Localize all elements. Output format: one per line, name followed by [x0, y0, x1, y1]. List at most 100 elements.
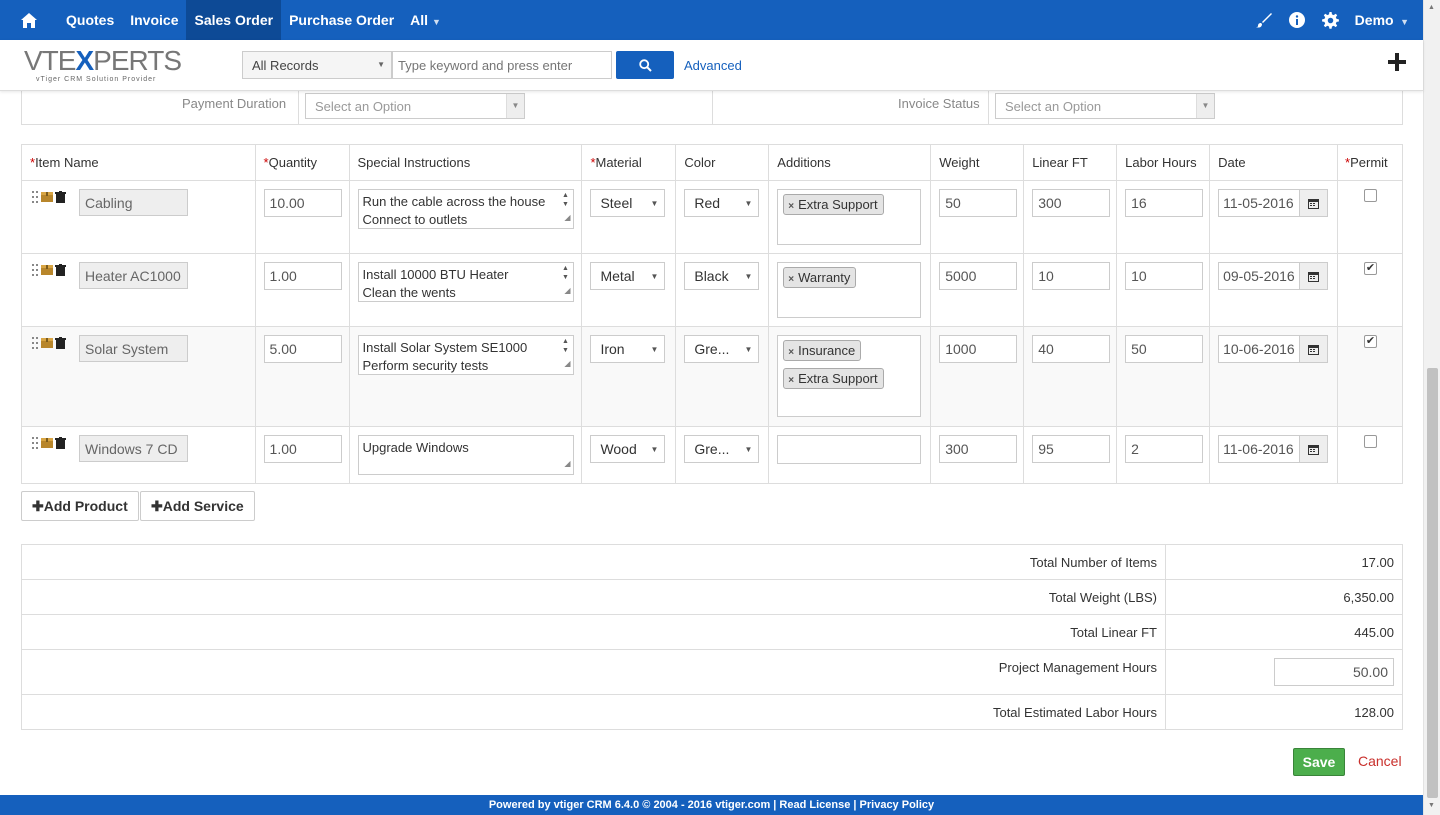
scroll-down-arrow-icon[interactable]: ▼ [1428, 802, 1435, 809]
additions-multiselect[interactable] [777, 435, 922, 464]
advanced-search-link[interactable]: Advanced [684, 58, 742, 73]
weight-input[interactable]: 1000 [939, 335, 1018, 363]
additions-multiselect[interactable]: × Insurance × Extra Support [777, 335, 922, 417]
weight-input[interactable]: 5000 [939, 262, 1018, 290]
date-input[interactable]: 10-06-2016 [1218, 335, 1301, 363]
date-picker[interactable]: 11-06-2016 [1218, 435, 1329, 463]
date-picker[interactable]: 09-05-2016 [1218, 262, 1329, 290]
add-product-button[interactable]: ✚Add Product [21, 491, 139, 521]
permit-checkbox[interactable] [1364, 189, 1378, 202]
nav-invoice[interactable]: Invoice [122, 0, 186, 40]
page-scrollbar[interactable]: ▲ ▼ [1423, 0, 1440, 815]
remove-tag-icon[interactable]: × [788, 375, 794, 386]
nav-purchase-order[interactable]: Purchase Order [281, 0, 402, 40]
company-logo[interactable]: VTEXPERTS vTiger CRM Solution Provider [24, 46, 184, 86]
calendar-icon[interactable] [1300, 335, 1329, 363]
additions-multiselect[interactable]: × Warranty [777, 262, 922, 318]
resize-grip-icon[interactable]: ◢ [564, 355, 570, 373]
delete-trash-icon[interactable] [55, 264, 66, 279]
special-instructions-textarea[interactable]: Run the cable across the house Connect to… [357, 189, 574, 229]
date-input[interactable]: 11-06-2016 [1218, 435, 1301, 463]
delete-trash-icon[interactable] [55, 437, 66, 452]
linear-ft-input[interactable]: 40 [1032, 335, 1111, 363]
material-select[interactable]: Steel ▼ [590, 189, 666, 217]
labor-hours-input[interactable]: 16 [1125, 189, 1204, 217]
paintbrush-icon[interactable] [1248, 12, 1281, 28]
color-select[interactable]: Gre... ▼ [684, 335, 760, 363]
linear-ft-input[interactable]: 10 [1032, 262, 1111, 290]
scroll-up-arrow-icon[interactable]: ▲ [1428, 4, 1435, 11]
product-box-icon[interactable] [41, 264, 53, 279]
labor-hours-input[interactable]: 2 [1125, 435, 1204, 463]
date-picker[interactable]: 11-05-2016 [1218, 189, 1329, 217]
calendar-icon[interactable] [1300, 262, 1329, 290]
project-management-hours-input[interactable]: 50.00 [1274, 658, 1394, 686]
permit-checkbox[interactable]: ✔ [1364, 262, 1378, 275]
save-button[interactable]: Save [1293, 748, 1345, 776]
product-box-icon[interactable] [41, 337, 53, 352]
date-picker[interactable]: 10-06-2016 [1218, 335, 1329, 363]
drag-handle-icon[interactable] [32, 264, 39, 279]
invoice-status-select[interactable]: Select an Option ▼ [995, 93, 1215, 119]
user-menu[interactable]: Demo ▼ [1347, 12, 1423, 28]
date-input[interactable]: 09-05-2016 [1218, 262, 1301, 290]
color-select[interactable]: Black ▼ [684, 262, 760, 290]
textarea-spinner-icon[interactable]: ▲ ▼ [561, 337, 571, 355]
drag-handle-icon[interactable] [32, 437, 39, 452]
color-select[interactable]: Gre... ▼ [684, 435, 760, 463]
quantity-input[interactable]: 5.00 [263, 335, 342, 363]
cancel-link[interactable]: Cancel [1358, 753, 1402, 769]
textarea-spinner-icon[interactable]: ▲ ▼ [561, 191, 571, 209]
remove-tag-icon[interactable]: × [788, 201, 794, 212]
special-instructions-textarea[interactable]: Upgrade Windows ◢ [357, 435, 574, 475]
nav-sales-order[interactable]: Sales Order [186, 0, 282, 40]
resize-grip-icon[interactable]: ◢ [564, 282, 570, 300]
textarea-spinner-icon[interactable]: ▲ ▼ [561, 264, 571, 282]
quick-create-plus-icon[interactable] [1388, 53, 1406, 74]
item-name-field[interactable]: Cabling [79, 189, 188, 216]
payment-duration-select[interactable]: Select an Option ▼ [305, 93, 525, 119]
additions-multiselect[interactable]: × Extra Support [777, 189, 922, 245]
quantity-input[interactable]: 10.00 [263, 189, 342, 217]
scrollbar-thumb[interactable] [1427, 368, 1438, 798]
permit-checkbox[interactable] [1364, 435, 1378, 448]
weight-input[interactable]: 300 [939, 435, 1018, 463]
search-input[interactable] [392, 51, 612, 79]
calendar-icon[interactable] [1300, 435, 1329, 463]
material-select[interactable]: Iron ▼ [590, 335, 666, 363]
drag-handle-icon[interactable] [32, 191, 39, 206]
resize-grip-icon[interactable]: ◢ [564, 455, 570, 473]
permit-checkbox[interactable]: ✔ [1364, 335, 1378, 348]
item-name-field[interactable]: Heater AC1000 [79, 262, 188, 289]
records-select[interactable]: All Records ▼ [242, 51, 392, 79]
product-box-icon[interactable] [41, 437, 53, 452]
quantity-input[interactable]: 1.00 [263, 435, 342, 463]
delete-trash-icon[interactable] [55, 191, 66, 206]
remove-tag-icon[interactable]: × [788, 274, 794, 285]
item-name-field[interactable]: Solar System [79, 335, 188, 362]
material-select[interactable]: Metal ▼ [590, 262, 666, 290]
delete-trash-icon[interactable] [55, 337, 66, 352]
gear-icon[interactable] [1314, 11, 1347, 29]
remove-tag-icon[interactable]: × [788, 347, 794, 358]
quantity-input[interactable]: 1.00 [263, 262, 342, 290]
resize-grip-icon[interactable]: ◢ [564, 209, 570, 227]
info-icon[interactable] [1281, 12, 1314, 28]
linear-ft-input[interactable]: 300 [1032, 189, 1111, 217]
nav-all-menu[interactable]: All ▼ [402, 0, 449, 40]
home-icon[interactable] [0, 0, 58, 40]
weight-input[interactable]: 50 [939, 189, 1018, 217]
labor-hours-input[interactable]: 50 [1125, 335, 1204, 363]
calendar-icon[interactable] [1300, 189, 1329, 217]
linear-ft-input[interactable]: 95 [1032, 435, 1111, 463]
material-select[interactable]: Wood ▼ [590, 435, 666, 463]
search-button[interactable] [616, 51, 674, 79]
nav-quotes[interactable]: Quotes [58, 0, 122, 40]
item-name-field[interactable]: Windows 7 CD [79, 435, 188, 462]
drag-handle-icon[interactable] [32, 337, 39, 352]
special-instructions-textarea[interactable]: Install Solar System SE1000 Perform secur… [357, 335, 574, 375]
labor-hours-input[interactable]: 10 [1125, 262, 1204, 290]
date-input[interactable]: 11-05-2016 [1218, 189, 1301, 217]
special-instructions-textarea[interactable]: Install 10000 BTU Heater Clean the wents ▲… [357, 262, 574, 302]
color-select[interactable]: Red ▼ [684, 189, 760, 217]
